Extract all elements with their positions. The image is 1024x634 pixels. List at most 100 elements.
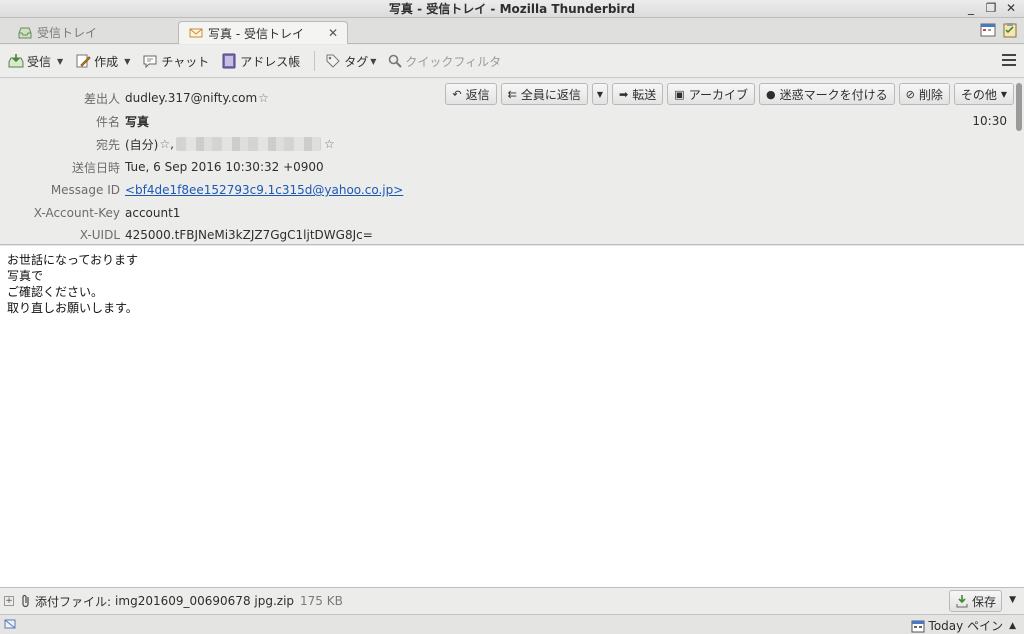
header-msgid-row: Message ID <bf4de1f8ee152793c9.1c315d@ya…	[0, 181, 403, 199]
chevron-down-icon: ▼	[596, 89, 604, 99]
message-body: お世話になっております 写真で ご確認ください。 取り直しお願いします。	[0, 246, 1024, 587]
expand-attachments-icon[interactable]: +	[4, 596, 14, 606]
archive-button[interactable]: ▣ アーカイブ	[667, 83, 755, 105]
delete-button[interactable]: ⊘ 削除	[898, 83, 950, 105]
chat-icon	[143, 55, 157, 69]
body-line: お世話になっております	[7, 253, 139, 267]
archive-icon: ▣	[674, 87, 685, 101]
from-value[interactable]: dudley.317@nifty.com	[125, 91, 257, 105]
message-time: 10:30	[972, 114, 1007, 128]
download-icon	[956, 595, 968, 608]
junk-flame-icon: ●	[765, 87, 776, 101]
reply-button[interactable]: ↶ 返信	[445, 83, 497, 105]
header-account-row: X-Account-Key account1	[0, 204, 181, 222]
get-mail-dropdown-icon[interactable]: ▼	[57, 57, 63, 66]
tag-button[interactable]: タグ ▼	[321, 49, 380, 73]
tab-message[interactable]: 写真 - 受信トレイ ✕	[178, 21, 348, 44]
tag-dropdown-icon[interactable]: ▼	[370, 57, 376, 66]
redacted-recipient	[175, 137, 321, 151]
junk-label: 迷惑マークを付ける	[779, 87, 888, 102]
save-dropdown-icon[interactable]: ▼	[1009, 595, 1016, 605]
forward-label: 転送	[632, 87, 657, 102]
delete-icon: ⊘	[905, 87, 915, 101]
online-status-icon[interactable]	[3, 617, 17, 631]
hamburger-menu-icon[interactable]	[1002, 54, 1016, 68]
tab-close-icon[interactable]: ✕	[328, 26, 338, 40]
quick-filter-button[interactable]: クイックフィルタ	[384, 49, 505, 73]
today-pane-label: Today ペイン	[928, 619, 1004, 633]
date-label: 送信日時	[71, 160, 120, 175]
attachment-filename[interactable]: img201609_00690678 jpg.zip	[115, 594, 294, 608]
calendar-tab-icon[interactable]	[980, 22, 996, 38]
archive-label: アーカイブ	[688, 87, 748, 102]
subject-label: 件名	[95, 114, 120, 129]
reply-all-icon: ⇇	[507, 87, 517, 101]
minimize-icon[interactable]: _	[964, 1, 978, 15]
reply-all-label: 全員に返信	[520, 87, 581, 102]
write-dropdown-icon[interactable]: ▼	[124, 57, 130, 66]
other-actions-label: その他	[960, 87, 997, 102]
header-scrollbar[interactable]	[1016, 83, 1022, 131]
reply-icon: ↶	[452, 87, 462, 101]
msgid-label: Message ID	[50, 183, 120, 197]
attachment-size: 175 KB	[300, 594, 343, 608]
body-line: 取り直しお願いします。	[7, 301, 138, 315]
get-mail-button[interactable]: 受信 ▼	[4, 49, 67, 73]
chevron-up-icon: ▲	[1009, 620, 1016, 631]
header-to-row: 宛先 (自分) ☆, ☆	[0, 135, 335, 153]
inbox-icon	[18, 27, 32, 38]
status-bar: Today ペイン ▲	[0, 614, 1024, 634]
tasks-tab-icon[interactable]	[1002, 22, 1018, 38]
reply-all-button[interactable]: ⇇ 全員に返信	[500, 83, 588, 105]
address-book-label: アドレス帳	[240, 54, 301, 69]
tab-inbox-label: 受信トレイ	[37, 26, 98, 40]
junk-button[interactable]: ● 迷惑マークを付ける	[758, 83, 895, 105]
save-attachment-button[interactable]: 保存	[948, 590, 1002, 612]
star-icon[interactable]: ☆	[258, 91, 269, 105]
search-icon	[389, 54, 403, 68]
restore-icon[interactable]: ❐	[984, 1, 998, 15]
forward-button[interactable]: ➡ 転送	[612, 83, 664, 105]
msgid-link[interactable]: <bf4de1f8ee152793c9.1c315d@yahoo.co.jp>	[125, 183, 403, 197]
save-label: 保存	[971, 594, 996, 609]
star-icon[interactable]: ☆	[324, 137, 335, 151]
account-label: X-Account-Key	[33, 206, 120, 220]
today-pane-toggle[interactable]: Today ペイン ▲	[911, 617, 1016, 634]
get-mail-icon	[8, 54, 24, 68]
star-icon[interactable]: ☆	[159, 137, 170, 151]
toolbar-separator	[314, 51, 316, 71]
uidl-label: X-UIDL	[79, 228, 120, 242]
header-uidl-row: X-UIDL 425000.tFBJNeMi3kZJZ7GgC1ljtDWG8J…	[0, 226, 373, 244]
body-line: 写真で	[7, 269, 44, 283]
get-mail-label: 受信	[27, 54, 52, 69]
from-label: 差出人	[83, 91, 120, 106]
message-header-pane: 差出人 dudley.317@nifty.com ☆ 件名 写真 宛先 (自分)…	[0, 79, 1024, 245]
tab-inbox[interactable]: 受信トレイ	[8, 21, 176, 44]
address-book-icon	[222, 53, 236, 69]
reply-label: 返信	[465, 87, 490, 102]
header-date-row: 送信日時 Tue, 6 Sep 2016 10:30:32 +0900	[0, 158, 324, 176]
reply-all-dropdown[interactable]: ▼	[591, 83, 609, 105]
tabbar-tools	[980, 22, 1018, 38]
address-book-button[interactable]: アドレス帳	[217, 49, 304, 73]
delete-label: 削除	[918, 87, 943, 102]
paperclip-icon	[22, 594, 29, 608]
close-window-icon[interactable]: ✕	[1004, 1, 1018, 15]
window-title: 写真 - 受信トレイ - Mozilla Thunderbird	[388, 2, 636, 16]
chat-label: チャット	[161, 54, 210, 69]
chat-button[interactable]: チャット	[138, 49, 213, 73]
tab-bar: 受信トレイ 写真 - 受信トレイ ✕	[0, 18, 1024, 44]
attachment-label: 添付ファイル:	[35, 594, 112, 609]
chevron-down-icon: ▼	[1000, 89, 1007, 99]
window-titlebar: 写真 - 受信トレイ - Mozilla Thunderbird _ ❐ ✕	[0, 0, 1024, 18]
window-controls: _ ❐ ✕	[964, 1, 1018, 15]
header-from-row: 差出人 dudley.317@nifty.com ☆	[0, 89, 269, 107]
envelope-icon	[189, 28, 203, 38]
write-icon	[76, 54, 91, 68]
uidl-value: 425000.tFBJNeMi3kZJZ7GgC1ljtDWG8Jc=	[125, 228, 373, 242]
write-label: 作成	[94, 54, 119, 69]
to-value[interactable]: (自分)	[125, 136, 158, 153]
to-label: 宛先	[95, 137, 120, 152]
other-actions-button[interactable]: その他 ▼	[953, 83, 1014, 105]
write-button[interactable]: 作成 ▼	[71, 49, 134, 73]
